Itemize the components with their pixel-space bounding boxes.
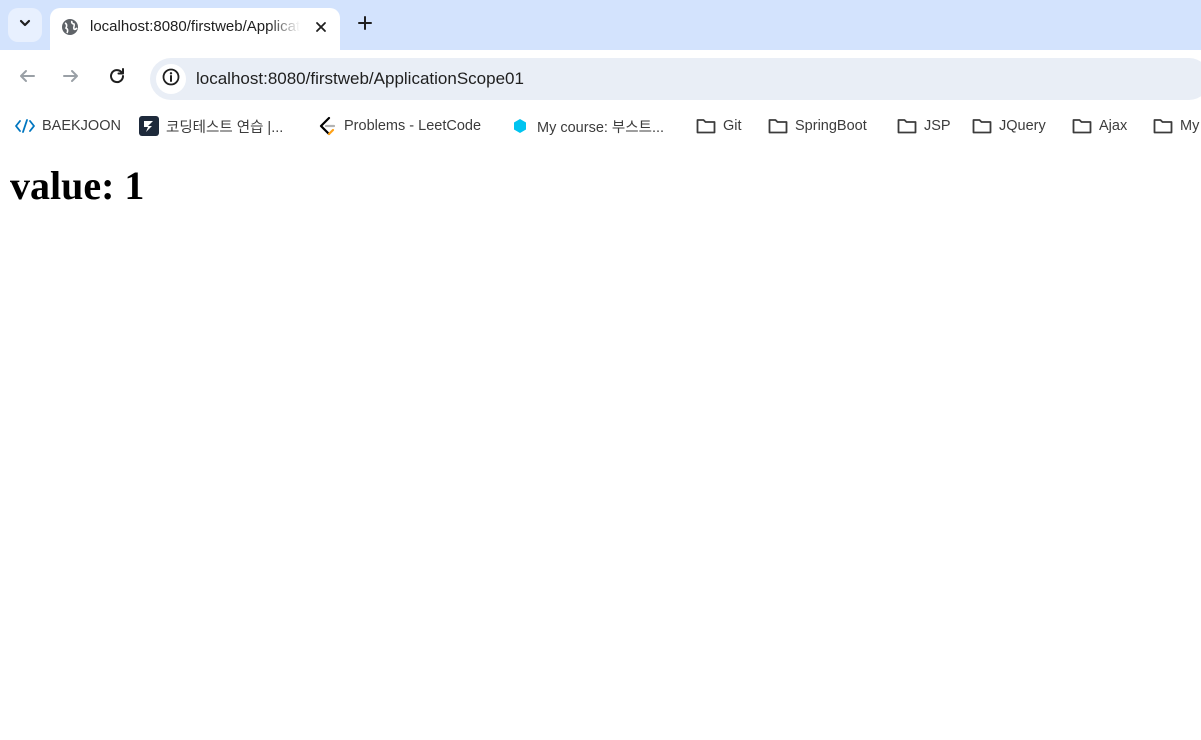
- address-bar[interactable]: localhost:8080/firstweb/ApplicationScope…: [150, 58, 1201, 100]
- bookmark-label: 코딩테스트 연습 |...: [166, 119, 284, 136]
- bookmark-label: SpringBoot: [795, 118, 867, 134]
- tab-search-button[interactable]: [8, 8, 42, 42]
- bookmark-boostcourse[interactable]: My course: 부스트...: [510, 114, 664, 138]
- page-heading: value: 1: [10, 163, 145, 208]
- folder-icon: [897, 116, 917, 136]
- bookmark-baekjoon[interactable]: BAEKJOON: [15, 114, 121, 138]
- url-text[interactable]: localhost:8080/firstweb/ApplicationScope…: [196, 69, 524, 89]
- bookmark-folder-jsp[interactable]: JSP: [897, 114, 951, 138]
- reload-button[interactable]: [101, 62, 133, 94]
- close-tab-icon[interactable]: [310, 16, 332, 38]
- bookmark-folder-springboot[interactable]: SpringBoot: [768, 114, 867, 138]
- info-icon: [162, 68, 180, 91]
- folder-icon: [1072, 116, 1092, 136]
- tab-strip: localhost:8080/firstweb/ApplicationScope…: [0, 0, 1201, 50]
- tab-title: localhost:8080/firstweb/ApplicationScope…: [90, 18, 300, 35]
- bookmark-label: Ajax: [1099, 118, 1128, 134]
- bookmarks-bar: BAEKJOON 코딩테스트 연습 |... Problems - LeetCo…: [0, 106, 1201, 146]
- code-bracket-icon: [15, 116, 35, 136]
- folder-icon: [768, 116, 788, 136]
- site-info-button[interactable]: [156, 64, 186, 94]
- bookmark-label: Git: [723, 118, 742, 134]
- bookmark-label: My course: 부스트...: [537, 119, 665, 136]
- bookmark-folder-git[interactable]: Git: [696, 114, 742, 138]
- bookmark-folder-jquery[interactable]: JQuery: [972, 114, 1046, 138]
- bookmark-label: Problems - LeetCode: [344, 118, 482, 134]
- arrow-right-icon: [62, 67, 80, 90]
- programmers-icon: [139, 116, 159, 136]
- browser-toolbar: localhost:8080/firstweb/ApplicationScope…: [0, 50, 1201, 106]
- leetcode-icon: [317, 116, 337, 136]
- folder-icon: [696, 116, 716, 136]
- bookmark-folder-my[interactable]: My: [1153, 114, 1201, 138]
- bookmark-programmers[interactable]: 코딩테스트 연습 |...: [139, 114, 283, 138]
- back-button[interactable]: [11, 62, 43, 94]
- arrow-left-icon: [18, 67, 36, 90]
- active-tab[interactable]: localhost:8080/firstweb/ApplicationScope…: [50, 8, 340, 50]
- folder-icon: [1153, 116, 1173, 136]
- bookmark-label: BAEKJOON: [42, 118, 121, 134]
- reload-icon: [108, 67, 126, 90]
- new-tab-button[interactable]: [352, 12, 378, 38]
- bookmark-folder-ajax[interactable]: Ajax: [1072, 114, 1127, 138]
- forward-button[interactable]: [55, 62, 87, 94]
- bookmark-leetcode[interactable]: Problems - LeetCode: [317, 114, 481, 138]
- boostcourse-icon: [510, 116, 530, 136]
- bookmark-label: JSP: [924, 118, 951, 134]
- chevron-down-icon: [18, 16, 32, 35]
- folder-icon: [972, 116, 992, 136]
- bookmark-label: My: [1180, 118, 1200, 134]
- globe-icon: [61, 18, 79, 36]
- bookmark-label: JQuery: [999, 118, 1046, 134]
- plus-icon: [357, 15, 373, 36]
